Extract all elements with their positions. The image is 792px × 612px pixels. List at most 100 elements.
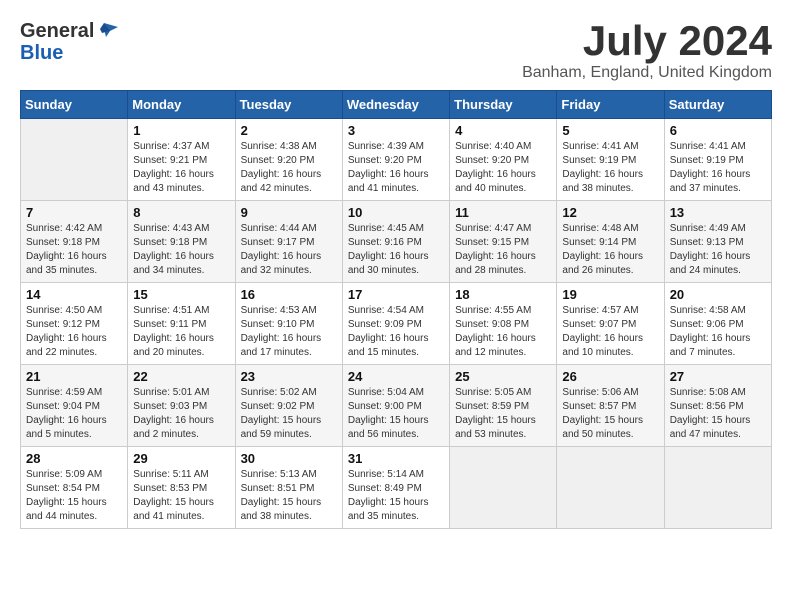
day-number: 18 bbox=[455, 287, 551, 302]
day-number: 2 bbox=[241, 123, 337, 138]
day-number: 24 bbox=[348, 369, 444, 384]
header-monday: Monday bbox=[128, 91, 235, 119]
day-info: Sunrise: 4:40 AM Sunset: 9:20 PM Dayligh… bbox=[455, 140, 551, 196]
day-number: 26 bbox=[562, 369, 658, 384]
week-row-3: 14 Sunrise: 4:50 AM Sunset: 9:12 PM Dayli… bbox=[21, 283, 772, 365]
day-number: 22 bbox=[133, 369, 229, 384]
logo-bird-icon bbox=[96, 19, 118, 41]
day-number: 30 bbox=[241, 451, 337, 466]
day-info: Sunrise: 4:54 AM Sunset: 9:09 PM Dayligh… bbox=[348, 304, 444, 360]
day-number: 1 bbox=[133, 123, 229, 138]
day-number: 19 bbox=[562, 287, 658, 302]
day-cell: 20 Sunrise: 4:58 AM Sunset: 9:06 PM Dayli… bbox=[664, 283, 771, 365]
day-number: 16 bbox=[241, 287, 337, 302]
day-cell: 23Sunrise: 5:02 AM Sunset: 9:02 PM Dayli… bbox=[235, 365, 342, 447]
day-cell: 26 Sunrise: 5:06 AM Sunset: 8:57 PM Dayli… bbox=[557, 365, 664, 447]
day-cell: 8 Sunrise: 4:43 AM Sunset: 9:18 PM Daylig… bbox=[128, 201, 235, 283]
day-info: Sunrise: 5:05 AM Sunset: 8:59 PM Dayligh… bbox=[455, 386, 551, 442]
header-friday: Friday bbox=[557, 91, 664, 119]
day-info: Sunrise: 4:51 AM Sunset: 9:11 PM Dayligh… bbox=[133, 304, 229, 360]
day-cell: 24 Sunrise: 5:04 AM Sunset: 9:00 PM Dayli… bbox=[342, 365, 449, 447]
calendar-header-row: SundayMondayTuesdayWednesdayThursdayFrid… bbox=[21, 91, 772, 119]
day-number: 3 bbox=[348, 123, 444, 138]
day-info: Sunrise: 4:49 AM Sunset: 9:13 PM Dayligh… bbox=[670, 222, 766, 278]
day-info: Sunrise: 4:43 AM Sunset: 9:18 PM Dayligh… bbox=[133, 222, 229, 278]
day-cell: 5 Sunrise: 4:41 AM Sunset: 9:19 PM Daylig… bbox=[557, 119, 664, 201]
day-info: Sunrise: 4:44 AM Sunset: 9:17 PM Dayligh… bbox=[241, 222, 337, 278]
day-info: Sunrise: 4:48 AM Sunset: 9:14 PM Dayligh… bbox=[562, 222, 658, 278]
day-number: 8 bbox=[133, 205, 229, 220]
day-cell: 3 Sunrise: 4:39 AM Sunset: 9:20 PM Daylig… bbox=[342, 119, 449, 201]
day-info: Sunrise: 5:02 AM Sunset: 9:02 PM Dayligh… bbox=[241, 386, 337, 442]
day-number: 4 bbox=[455, 123, 551, 138]
day-info: Sunrise: 4:42 AM Sunset: 9:18 PM Dayligh… bbox=[26, 222, 122, 278]
day-number: 13 bbox=[670, 205, 766, 220]
day-info: Sunrise: 4:53 AM Sunset: 9:10 PM Dayligh… bbox=[241, 304, 337, 360]
day-info: Sunrise: 4:59 AM Sunset: 9:04 PM Dayligh… bbox=[26, 386, 122, 442]
day-info: Sunrise: 4:47 AM Sunset: 9:15 PM Dayligh… bbox=[455, 222, 551, 278]
day-number: 9 bbox=[241, 205, 337, 220]
day-number: 11 bbox=[455, 205, 551, 220]
day-info: Sunrise: 5:04 AM Sunset: 9:00 PM Dayligh… bbox=[348, 386, 444, 442]
week-row-5: 28Sunrise: 5:09 AM Sunset: 8:54 PM Dayli… bbox=[21, 447, 772, 529]
day-info: Sunrise: 4:45 AM Sunset: 9:16 PM Dayligh… bbox=[348, 222, 444, 278]
day-number: 21 bbox=[26, 369, 122, 384]
day-cell: 21 Sunrise: 4:59 AM Sunset: 9:04 PM Dayli… bbox=[21, 365, 128, 447]
day-cell bbox=[664, 447, 771, 529]
day-cell: 22 Sunrise: 5:01 AM Sunset: 9:03 PM Dayli… bbox=[128, 365, 235, 447]
day-number: 10 bbox=[348, 205, 444, 220]
day-info: Sunrise: 5:01 AM Sunset: 9:03 PM Dayligh… bbox=[133, 386, 229, 442]
day-cell: 12 Sunrise: 4:48 AM Sunset: 9:14 PM Dayli… bbox=[557, 201, 664, 283]
calendar-table: SundayMondayTuesdayWednesdayThursdayFrid… bbox=[20, 90, 772, 529]
day-info: Sunrise: 4:39 AM Sunset: 9:20 PM Dayligh… bbox=[348, 140, 444, 196]
day-number: 25 bbox=[455, 369, 551, 384]
day-cell bbox=[557, 447, 664, 529]
logo-general-text: General bbox=[20, 20, 94, 42]
day-cell: 9 Sunrise: 4:44 AM Sunset: 9:17 PM Daylig… bbox=[235, 201, 342, 283]
logo: General Blue bbox=[20, 20, 118, 64]
day-info: Sunrise: 4:57 AM Sunset: 9:07 PM Dayligh… bbox=[562, 304, 658, 360]
day-info: Sunrise: 4:50 AM Sunset: 9:12 PM Dayligh… bbox=[26, 304, 122, 360]
day-number: 20 bbox=[670, 287, 766, 302]
day-cell: 27 Sunrise: 5:08 AM Sunset: 8:56 PM Dayli… bbox=[664, 365, 771, 447]
title-area: July 2024 Banham, England, United Kingdo… bbox=[522, 20, 772, 82]
header-wednesday: Wednesday bbox=[342, 91, 449, 119]
day-info: Sunrise: 4:41 AM Sunset: 9:19 PM Dayligh… bbox=[562, 140, 658, 196]
header-thursday: Thursday bbox=[450, 91, 557, 119]
day-cell: 31Sunrise: 5:14 AM Sunset: 8:49 PM Dayli… bbox=[342, 447, 449, 529]
day-cell: 29 Sunrise: 5:11 AM Sunset: 8:53 PM Dayli… bbox=[128, 447, 235, 529]
day-cell: 11 Sunrise: 4:47 AM Sunset: 9:15 PM Dayli… bbox=[450, 201, 557, 283]
day-cell: 1Sunrise: 4:37 AM Sunset: 9:21 PM Daylig… bbox=[128, 119, 235, 201]
day-number: 12 bbox=[562, 205, 658, 220]
day-cell: 6Sunrise: 4:41 AM Sunset: 9:19 PM Daylig… bbox=[664, 119, 771, 201]
day-number: 14 bbox=[26, 287, 122, 302]
day-info: Sunrise: 5:11 AM Sunset: 8:53 PM Dayligh… bbox=[133, 468, 229, 524]
page-header: General Blue July 2024 Banham, England, … bbox=[20, 20, 772, 82]
day-cell: 17Sunrise: 4:54 AM Sunset: 9:09 PM Dayli… bbox=[342, 283, 449, 365]
header-sunday: Sunday bbox=[21, 91, 128, 119]
day-number: 5 bbox=[562, 123, 658, 138]
day-info: Sunrise: 5:08 AM Sunset: 8:56 PM Dayligh… bbox=[670, 386, 766, 442]
day-cell bbox=[450, 447, 557, 529]
day-number: 27 bbox=[670, 369, 766, 384]
day-cell: 15Sunrise: 4:51 AM Sunset: 9:11 PM Dayli… bbox=[128, 283, 235, 365]
day-cell: 2 Sunrise: 4:38 AM Sunset: 9:20 PM Daylig… bbox=[235, 119, 342, 201]
day-info: Sunrise: 4:38 AM Sunset: 9:20 PM Dayligh… bbox=[241, 140, 337, 196]
header-saturday: Saturday bbox=[664, 91, 771, 119]
day-cell: 18 Sunrise: 4:55 AM Sunset: 9:08 PM Dayli… bbox=[450, 283, 557, 365]
day-info: Sunrise: 4:55 AM Sunset: 9:08 PM Dayligh… bbox=[455, 304, 551, 360]
day-cell: 30Sunrise: 5:13 AM Sunset: 8:51 PM Dayli… bbox=[235, 447, 342, 529]
day-number: 29 bbox=[133, 451, 229, 466]
week-row-4: 21 Sunrise: 4:59 AM Sunset: 9:04 PM Dayli… bbox=[21, 365, 772, 447]
day-number: 7 bbox=[26, 205, 122, 220]
day-cell: 19 Sunrise: 4:57 AM Sunset: 9:07 PM Dayli… bbox=[557, 283, 664, 365]
day-cell: 7 Sunrise: 4:42 AM Sunset: 9:18 PM Daylig… bbox=[21, 201, 128, 283]
day-info: Sunrise: 5:06 AM Sunset: 8:57 PM Dayligh… bbox=[562, 386, 658, 442]
day-cell: 4 Sunrise: 4:40 AM Sunset: 9:20 PM Daylig… bbox=[450, 119, 557, 201]
day-number: 6 bbox=[670, 123, 766, 138]
day-info: Sunrise: 4:58 AM Sunset: 9:06 PM Dayligh… bbox=[670, 304, 766, 360]
header-tuesday: Tuesday bbox=[235, 91, 342, 119]
day-number: 31 bbox=[348, 451, 444, 466]
location: Banham, England, United Kingdom bbox=[522, 64, 772, 82]
day-info: Sunrise: 5:09 AM Sunset: 8:54 PM Dayligh… bbox=[26, 468, 122, 524]
